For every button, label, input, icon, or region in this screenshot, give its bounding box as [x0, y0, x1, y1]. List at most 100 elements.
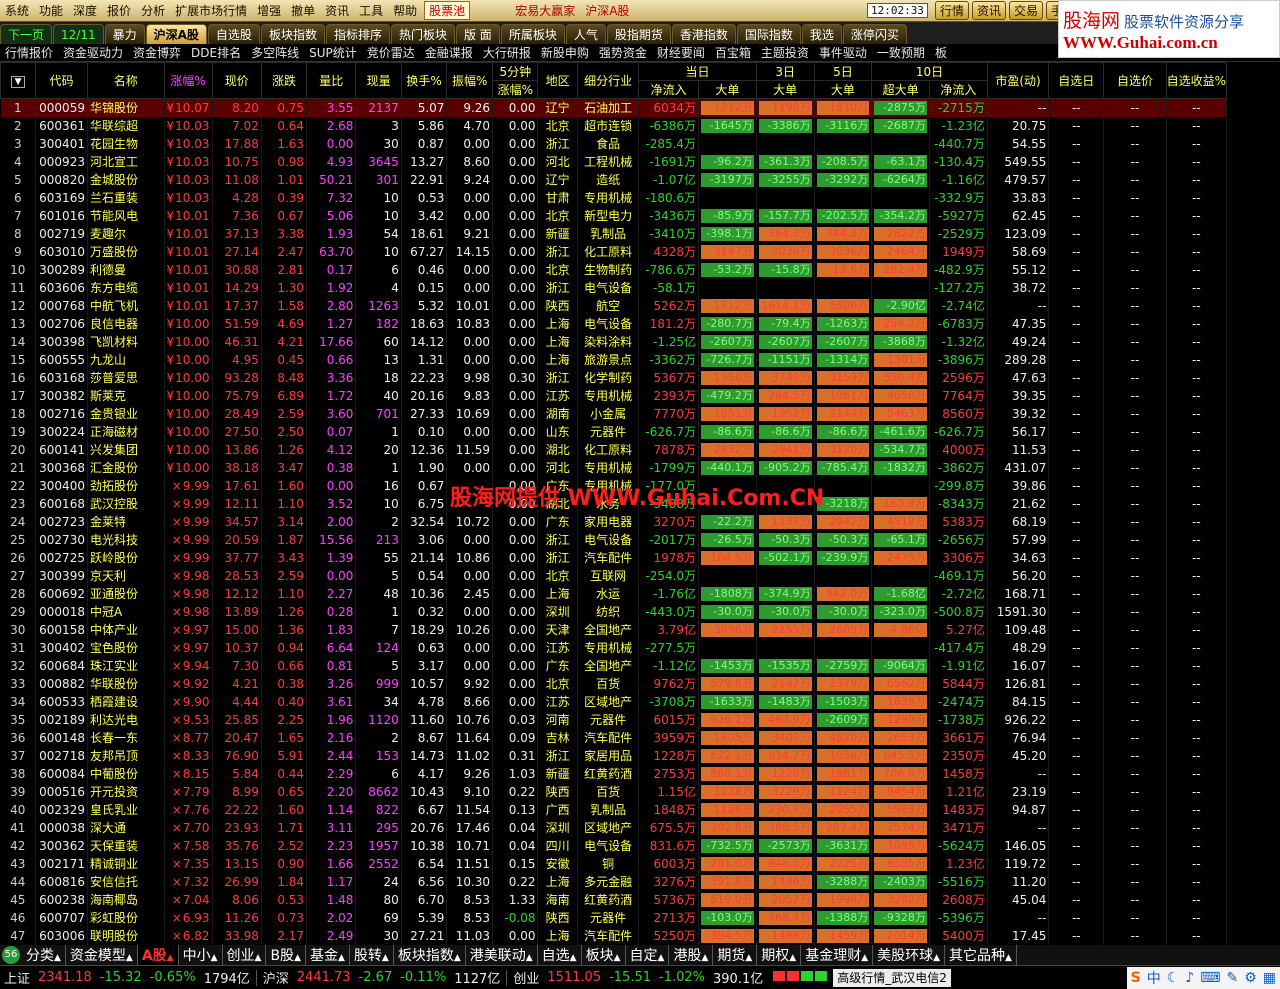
bottom-tab-7[interactable]: 股转▲ — [350, 945, 394, 965]
tab-0[interactable]: 下一页 — [0, 24, 53, 44]
header-today-inflow[interactable]: 净流入 — [638, 80, 700, 99]
bottom-tab-16[interactable]: 基金理财▲ — [801, 945, 874, 965]
ime-pen-icon[interactable]: ✎ — [1226, 970, 1238, 986]
header-watch-return[interactable]: 自选收益% — [1165, 62, 1228, 99]
table-row[interactable]: 10 300289 利德曼 ¥10.01 30.88 2.81 0.17 6 0.46 0.00 0… — [0, 260, 1280, 279]
header-turnover[interactable]: 换手% — [400, 62, 448, 99]
header-3day-large[interactable]: 大单 — [755, 80, 815, 99]
menu-quote[interactable]: 报价 — [102, 2, 136, 19]
subtab-16[interactable]: 板 — [930, 44, 952, 61]
news-button[interactable]: 资讯 — [971, 1, 1006, 20]
tab-13[interactable]: 国际指数 — [736, 24, 801, 44]
header-volume-ratio[interactable]: 量比 — [306, 62, 357, 99]
table-row[interactable]: 11 603606 东方电缆 ¥10.01 14.29 1.30 1.92 4 0.15 0.00… — [0, 278, 1280, 297]
menu-cancel-order[interactable]: 撤单 — [286, 2, 320, 19]
header-region[interactable]: 地区 — [537, 62, 578, 99]
table-row[interactable]: 13 002706 良信电器 ¥10.00 51.59 4.69 1.27 182 18.63 1… — [0, 314, 1280, 333]
table-row[interactable]: 35 002189 利达光电 ×9.53 25.85 2.25 1.96 1120 11.60 1… — [0, 710, 1280, 729]
header-today-large[interactable]: 大单 — [698, 80, 757, 99]
menu-help[interactable]: 帮助 — [388, 2, 422, 19]
bottom-tab-2[interactable]: A股▲ — [137, 945, 179, 965]
menu-extended-market[interactable]: 扩展市场行情 — [170, 2, 252, 19]
table-row[interactable]: 31 300402 宝色股份 ×9.97 10.37 0.94 6.64 124 0.63 0.0… — [0, 638, 1280, 657]
table-row[interactable]: 20 600141 兴发集团 ¥10.00 13.86 1.26 4.12 20 12.36 11… — [0, 440, 1280, 459]
bottom-tab-12[interactable]: 自定▲ — [626, 945, 670, 965]
bottom-tab-6[interactable]: 基金▲ — [306, 945, 350, 965]
menu-depth[interactable]: 深度 — [68, 2, 102, 19]
tab-14[interactable]: 我选 — [801, 24, 842, 44]
header-name[interactable]: 名称 — [86, 62, 165, 99]
subtab-9[interactable]: 新股申购 — [536, 44, 594, 61]
ime-keyboard-icon[interactable]: ⌨ — [1200, 970, 1220, 986]
table-row[interactable]: 27 300399 京天利 ×9.98 28.53 2.59 0.00 5 0.54 0.00 0.… — [0, 566, 1280, 585]
header-sort-menu[interactable]: ▼ — [0, 62, 37, 99]
header-amplitude[interactable]: 振幅% — [446, 62, 494, 99]
table-row[interactable]: 30 600158 中体产业 ×9.97 15.00 1.36 1.83 7 18.29 10.2… — [0, 620, 1280, 639]
table-row[interactable]: 32 600684 珠江实业 ×9.94 7.30 0.66 0.81 5 3.17 0.00 0.… — [0, 656, 1280, 675]
table-row[interactable]: 34 600533 栖霞建设 ×9.90 4.44 0.40 3.61 34 4.78 8.66 0… — [0, 692, 1280, 711]
sogou-input-icon[interactable]: S — [1131, 970, 1141, 986]
table-row[interactable]: 2 600361 华联综超 ¥10.03 7.02 0.64 2.68 3 5.86 4.70 0.… — [0, 116, 1280, 135]
header-code[interactable]: 代码 — [35, 62, 88, 99]
tab-1[interactable]: 12/11 — [53, 24, 104, 44]
subtab-7[interactable]: 金融谍报 — [420, 44, 478, 61]
table-row[interactable]: 42 300362 天保重装 ×7.58 35.76 2.52 2.23 1957 10.38 1… — [0, 836, 1280, 855]
menu-enhance[interactable]: 增强 — [252, 2, 286, 19]
menu-function[interactable]: 功能 — [34, 2, 68, 19]
tab-5[interactable]: 板块指数 — [260, 24, 325, 44]
subtab-1[interactable]: 资金驱动力 — [58, 44, 128, 61]
table-row[interactable]: 43 002171 精诚铜业 ×7.35 13.15 0.90 1.66 2552 6.54 11… — [0, 854, 1280, 873]
menu-system[interactable]: 系统 — [0, 2, 34, 19]
header-change[interactable]: 涨跌 — [260, 62, 308, 99]
table-row[interactable]: 46 600707 彩虹股份 ×6.93 11.26 0.73 2.02 69 5.39 8.53… — [0, 908, 1280, 927]
subtab-11[interactable]: 财经要闻 — [652, 44, 710, 61]
menu-tools[interactable]: 工具 — [354, 2, 388, 19]
tab-12[interactable]: 香港指数 — [671, 24, 736, 44]
header-10day[interactable]: 10日 — [871, 62, 988, 81]
subtab-10[interactable]: 强势资金 — [594, 44, 652, 61]
subtab-6[interactable]: 竞价雷达 — [362, 44, 420, 61]
subtab-0[interactable]: 行情报价 — [0, 44, 58, 61]
ime-chinese-icon[interactable]: 中 — [1147, 968, 1161, 988]
table-row[interactable]: 24 002723 金莱特 ×9.99 34.57 3.14 2.00 2 32.54 10.72… — [0, 512, 1280, 531]
table-row[interactable]: 8 002719 麦趣尔 ¥10.01 37.13 3.38 1.93 54 18.61 9.21… — [0, 224, 1280, 243]
table-row[interactable]: 47 603006 联明股份 ×6.82 33.98 2.17 2.49 30 27.21 11.… — [0, 926, 1280, 945]
tab-10[interactable]: 人气 — [565, 24, 606, 44]
table-row[interactable]: 17 300382 斯莱克 ¥10.00 75.79 6.89 1.72 40 20.16 9.8… — [0, 386, 1280, 405]
table-row[interactable]: 6 603169 兰石重装 ¥10.03 4.28 0.39 7.32 10 0.53 0.00 0… — [0, 188, 1280, 207]
bottom-tab-0[interactable]: 分类▲ — [22, 945, 66, 965]
table-row[interactable]: 1 000059 华锦股份 ¥10.07 8.20 0.75 3.55 2137 5.07 9.2… — [0, 98, 1280, 117]
bottom-tab-5[interactable]: B股▲ — [266, 945, 306, 965]
header-5min-change[interactable]: 涨幅% — [492, 80, 539, 99]
subtab-2[interactable]: 资金博弈 — [128, 44, 186, 61]
table-row[interactable]: 19 300224 正海磁材 ¥10.00 27.50 2.50 0.07 1 0.10 0.00… — [0, 422, 1280, 441]
table-row[interactable]: 38 600084 中葡股份 ×8.15 5.84 0.44 2.29 6 4.17 9.26 1.… — [0, 764, 1280, 783]
bottom-tab-1[interactable]: 资金模型▲ — [66, 945, 138, 965]
header-5day[interactable]: 5日 — [813, 62, 873, 81]
subtab-12[interactable]: 百宝箱 — [710, 44, 756, 61]
subtab-14[interactable]: 事件驱动 — [814, 44, 872, 61]
header-5day-large[interactable]: 大单 — [813, 80, 873, 99]
table-row[interactable]: 41 000038 深大通 ×7.70 23.93 1.71 3.11 295 20.76 17.… — [0, 818, 1280, 837]
table-row[interactable]: 36 600148 长春一东 ×8.77 20.47 1.65 2.16 2 8.67 11.64… — [0, 728, 1280, 747]
table-row[interactable]: 16 603168 莎普爱思 ¥10.00 93.28 8.48 3.36 18 22.23 9.… — [0, 368, 1280, 387]
subtab-15[interactable]: 一致预期 — [872, 44, 930, 61]
header-watch-price[interactable]: 自选价 — [1103, 62, 1167, 99]
subtab-8[interactable]: 大行研报 — [478, 44, 536, 61]
quote-button[interactable]: 行情 — [934, 1, 969, 20]
subtab-5[interactable]: SUP统计 — [304, 44, 362, 61]
subtab-13[interactable]: 主题投资 — [756, 44, 814, 61]
table-row[interactable]: 5 000820 金城股份 ¥10.03 11.08 1.01 50.21 301 22.91 9… — [0, 170, 1280, 189]
table-row[interactable]: 18 002716 金贵银业 ¥10.00 28.49 2.59 3.60 701 27.33 1… — [0, 404, 1280, 423]
header-industry[interactable]: 细分行业 — [576, 62, 640, 99]
menu-analysis[interactable]: 分析 — [136, 2, 170, 19]
table-row[interactable]: 14 300398 飞凯材料 ¥10.00 46.31 4.21 17.66 60 14.12 0… — [0, 332, 1280, 351]
header-5min[interactable]: 5分钟 — [492, 62, 539, 81]
table-row[interactable]: 3 300401 花园生物 ¥10.03 17.88 1.63 0.00 30 0.87 0.00… — [0, 134, 1280, 153]
table-row[interactable]: 40 002329 皇氏乳业 ×7.76 22.22 1.60 1.14 822 6.67 11.… — [0, 800, 1280, 819]
ime-grid-icon[interactable]: ▦ — [1263, 970, 1276, 986]
table-row[interactable]: 15 600555 九龙山 ¥10.00 4.95 0.45 0.66 13 1.31 0.00 0… — [0, 350, 1280, 369]
tab-9[interactable]: 所属板块 — [500, 24, 565, 44]
bottom-tab-17[interactable]: 美股环球▲ — [873, 945, 946, 965]
bottom-tab-13[interactable]: 港股▲ — [669, 945, 714, 965]
